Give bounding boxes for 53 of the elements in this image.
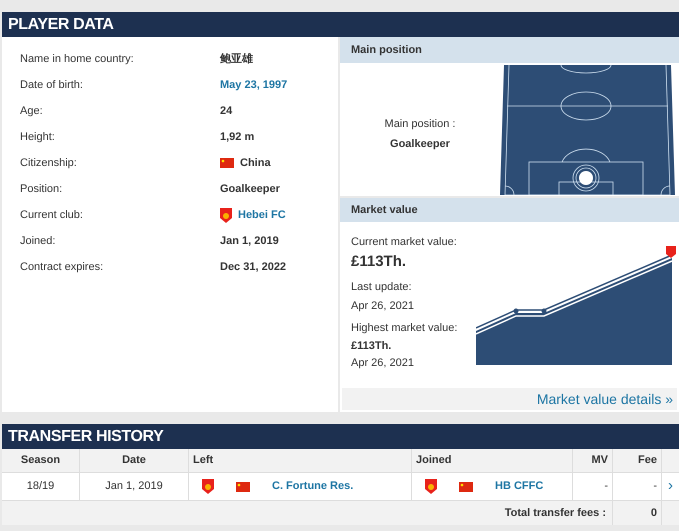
info-value: Jan 1, 2019: [220, 234, 279, 249]
info-label: Age:: [20, 104, 44, 119]
column-header: MV: [592, 453, 608, 468]
china-flag-icon: [236, 482, 250, 492]
birth-date-link[interactable]: May 23, 1997: [220, 76, 288, 94]
current-value-label: Current market value:: [351, 235, 458, 250]
position-value: Goalkeeper: [390, 136, 450, 152]
table-cell-text: 18/19: [26, 479, 54, 494]
club-crest-icon: [202, 479, 214, 494]
position-label: Main position :: [384, 117, 456, 132]
info-label: Joined:: [20, 234, 56, 249]
column-header: Left: [193, 453, 214, 468]
info-label: Citizenship:: [20, 156, 78, 171]
club-crest-marker: [666, 246, 676, 258]
club-link[interactable]: Hebei FC: [238, 206, 286, 224]
panel-title: Main position: [351, 42, 422, 58]
table-cell-text: Jan 1, 2019: [105, 479, 163, 494]
highest-date: Apr 26, 2021: [351, 356, 415, 371]
china-flag-icon: [220, 158, 234, 168]
info-value: 24: [220, 104, 232, 119]
info-value: Goalkeeper: [220, 182, 280, 197]
info-label: Height:: [20, 130, 56, 145]
club-link[interactable]: C. Fortune Res.: [272, 478, 354, 495]
panel-title: Market value: [351, 202, 418, 218]
section-title: PLAYER DATA: [8, 14, 114, 34]
info-value: Dec 31, 2022: [220, 260, 286, 275]
current-value: £113Th.: [351, 252, 408, 272]
column-header: Season: [20, 453, 60, 468]
column-header: Joined: [416, 453, 452, 468]
total-fees-value: 0: [650, 506, 657, 521]
section-title: TRANSFER HISTORY: [8, 426, 164, 446]
highest-value-label: Highest market value:: [351, 321, 458, 336]
info-label: Current club:: [20, 208, 84, 223]
update-label: Last update:: [351, 280, 413, 295]
column-header: Date: [122, 453, 146, 468]
info-value: 1,92 m: [220, 130, 254, 145]
info-label: Date of birth:: [20, 78, 84, 93]
china-flag-icon: [459, 482, 473, 492]
total-fees-label: Total transfer fees :: [504, 506, 606, 521]
club-crest-icon: [425, 479, 437, 494]
club-crest-icon: [220, 208, 232, 222]
info-label: Position:: [20, 182, 64, 197]
info-label: Name in home country:: [20, 52, 135, 67]
highest-value: £113Th.: [351, 338, 392, 354]
citizenship-value: China: [240, 156, 271, 171]
table-cell-text: -: [604, 479, 608, 494]
column-header: Fee: [638, 453, 657, 468]
table-cell-text: -: [653, 479, 657, 494]
info-label: Contract expires:: [20, 260, 104, 275]
row-arrow-link[interactable]: ›: [668, 475, 673, 498]
info-value: 鲍亚雄: [220, 52, 253, 67]
update-date: Apr 26, 2021: [351, 298, 415, 314]
club-link[interactable]: HB CFFC: [495, 478, 544, 495]
